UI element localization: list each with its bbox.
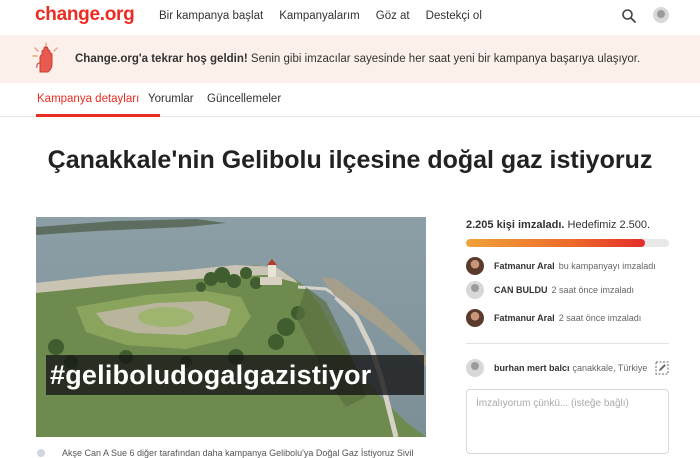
recent-signer: Fatmanur Aral 2 saat önce imzaladı: [466, 308, 641, 328]
signature-progress-fill: [466, 239, 646, 247]
recent-signer: Fatmanur Aral bu kampanyayı imzaladı: [466, 256, 656, 276]
tab-updates[interactable]: Güncellemeler: [207, 93, 281, 105]
signing-reason-textarea[interactable]: [466, 389, 669, 454]
signer-action: bu kampanyayı imzaladı: [558, 261, 656, 271]
current-signer-row: burhan mert balcı çanakkale, Türkiye: [466, 358, 669, 378]
tab-comments[interactable]: Yorumlar: [148, 93, 194, 105]
signature-progress-bar: [466, 239, 669, 247]
welcome-message: Change.org'a tekrar hoş geldin! Senin gi…: [75, 53, 640, 65]
signature-count-bold: 2.205 kişi imzaladı.: [466, 219, 565, 231]
nav-links: Bir kampanya başlat Kampanyalarım Göz at…: [159, 10, 498, 22]
petition-tabs: Kampanya detayları Yorumlar Güncellemele…: [0, 83, 700, 117]
welcome-bold: Change.org'a tekrar hoş geldin!: [75, 53, 248, 65]
raised-hand-icon: [32, 42, 58, 73]
signer-name[interactable]: Fatmanur Aral: [494, 261, 555, 271]
change-org-logo[interactable]: change.org: [35, 4, 135, 26]
signer-avatar: [466, 257, 484, 275]
campaign-image: #geliboludogalgazistiyor: [36, 217, 426, 437]
nav-link-my-campaigns[interactable]: Kampanyalarım: [279, 10, 360, 22]
petition-title: Çanakkale'nin Gelibolu ilçesine doğal ga…: [47, 146, 653, 174]
current-user-avatar: [466, 359, 484, 377]
nav-link-become-supporter[interactable]: Destekçi ol: [426, 10, 482, 22]
signer-avatar: [466, 309, 484, 327]
nav-link-browse[interactable]: Göz at: [376, 10, 410, 22]
search-icon[interactable]: [621, 8, 637, 24]
signer-avatar: [466, 281, 484, 299]
campaign-hashtag: #geliboludogalgazistiyor: [46, 355, 424, 395]
signer-action: 2 saat önce imzaladı: [551, 285, 635, 295]
tab-campaign-details[interactable]: Kampanya detayları: [37, 93, 139, 105]
welcome-text: Senin gibi imzacılar sayesinde her saat …: [247, 53, 641, 65]
coastal-aerial-photo: [36, 217, 426, 437]
recent-signer: CAN BULDU 2 saat önce imzaladı: [466, 280, 634, 300]
signer-action: 2 saat önce imzaladı: [558, 313, 642, 323]
signature-count: 2.205 kişi imzaladı. Hedefimiz 2.500.: [466, 219, 650, 231]
creator-avatar-icon: [37, 449, 45, 457]
nav-link-start-campaign[interactable]: Bir kampanya başlat: [159, 10, 263, 22]
signer-name[interactable]: CAN BULDU: [494, 285, 548, 295]
current-user-location: çanakkale, Türkiye: [572, 363, 648, 373]
active-tab-indicator: [36, 114, 160, 117]
signature-goal: Hedefimiz 2.500.: [564, 219, 651, 231]
edit-pencil-icon[interactable]: [655, 361, 669, 375]
section-divider: [466, 343, 669, 344]
top-navigation: change.org Bir kampanya başlat Kampanyal…: [0, 0, 700, 34]
user-avatar-icon[interactable]: [653, 7, 669, 23]
signer-name[interactable]: Fatmanur Aral: [494, 313, 555, 323]
current-user-name: burhan mert balcı: [494, 363, 570, 373]
